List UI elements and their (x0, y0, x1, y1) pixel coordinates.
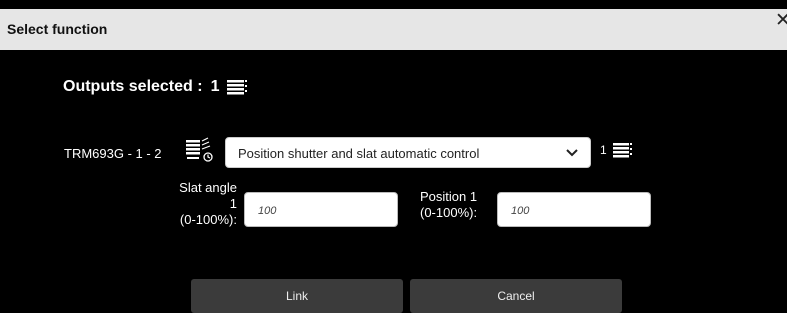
function-select-value: Position shutter and slat automatic cont… (238, 146, 480, 161)
close-icon[interactable]: ✕ (775, 9, 787, 32)
outputs-selected-count: 1 (210, 78, 220, 95)
position-label-line2: (0-100%): (420, 205, 478, 220)
link-button[interactable]: Link (191, 279, 403, 313)
position-label-line1: Position 1 (420, 189, 478, 204)
slat-angle-label-line1: Slat angle (179, 180, 237, 195)
dialog-title: Select function (7, 21, 108, 37)
slat-angle-input[interactable]: 100 (244, 192, 398, 227)
slat-angle-label-line3: (0-100%): (179, 212, 237, 227)
device-label: TRM693G - 1 - 2 (64, 146, 162, 161)
position-label: Position 1 (0-100%): (420, 189, 477, 221)
outputs-selected: Outputs selected : 1 (63, 77, 249, 97)
shutter-stack-icon (227, 80, 248, 95)
dialog-titlebar: Select function (0, 9, 787, 50)
cancel-button[interactable]: Cancel (410, 279, 622, 313)
slat-angle-label: Slat angle 1 (0-100%): (160, 180, 237, 228)
outputs-selected-label: Outputs selected : (63, 78, 203, 95)
position-input[interactable]: 100 (497, 192, 651, 227)
shutter-motor-icon (186, 137, 213, 162)
shutter-stack-icon (612, 143, 632, 158)
select-function-dialog: Select function ✕ Outputs selected : 1 T… (0, 0, 787, 313)
chevron-down-icon (566, 149, 578, 157)
linked-output-count: 1 (600, 143, 607, 157)
slat-angle-label-line2: 1 (229, 196, 237, 211)
function-select[interactable]: Position shutter and slat automatic cont… (225, 137, 591, 168)
linked-output-indicator: 1 (600, 140, 634, 160)
